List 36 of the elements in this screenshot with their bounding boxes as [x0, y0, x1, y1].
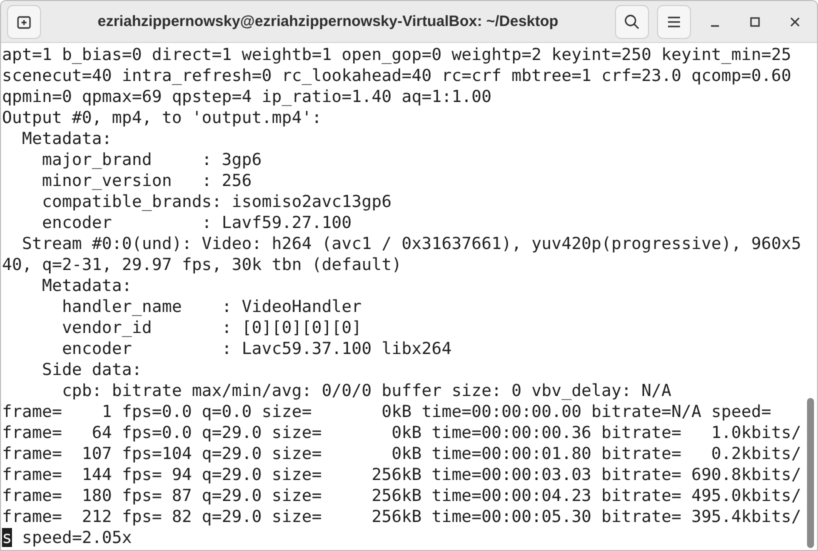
- terminal-line: Metadata:: [40, 275, 133, 296]
- search-button[interactable]: [615, 4, 649, 38]
- close-icon: [790, 16, 800, 26]
- cursor: s: [2, 528, 12, 547]
- terminal-line: frame= 212 fps= 82 q=29.0 size= 256kB time=00:00:05.30 bitrate= 395.4kbits/: [2, 506, 802, 527]
- terminal-line: frame= 180 fps= 87 q=29.0 size= 256kB time=00:00:04.23 bitrate= 495.0kbits/: [2, 485, 802, 506]
- terminal-line: compatible_brands: isomiso2avc13gp6: [40, 191, 393, 212]
- terminal-line: frame= 144 fps= 94 q=29.0 size= 256kB time=00:00:03.03 bitrate= 690.8kbits/: [2, 464, 802, 485]
- scrollbar-thumb[interactable]: [807, 398, 814, 548]
- terminal-line: cpb: bitrate max/min/avg: 0/0/0 buffer size: 0 vbv_delay: N/A: [60, 380, 672, 401]
- search-icon: [624, 14, 640, 30]
- minimize-icon: [710, 24, 720, 26]
- new-tab-button[interactable]: [7, 4, 41, 38]
- terminal-line: minor_version : 256: [40, 170, 253, 191]
- terminal-line: encoder : Lavc59.37.100 libx264: [60, 338, 453, 359]
- window-title: ezriahzippernowsky@ezriahzippernowsky-VirtualBox: ~/Desktop: [96, 13, 560, 30]
- terminal-line: 40, q=2-31, 29.97 fps, 30k tbn (default): [2, 254, 403, 275]
- terminal-line: Stream #0:0(und): Video: h264 (avc1 / 0x31637661), yuv420p(progressive), 960x5: [20, 233, 802, 254]
- terminal-line: scenecut=40 intra_refresh=0 rc_lookahead=40 rc=crf mbtree=1 crf=23.0 qcomp=0.60: [2, 65, 792, 86]
- terminal-line: handler_name : VideoHandler: [60, 296, 363, 317]
- terminal-line: vendor_id : [0][0][0][0]: [60, 317, 363, 338]
- terminal-line: frame= 64 fps=0.0 q=29.0 size= 0kB time=00:00:00.36 bitrate= 1.0kbits/: [2, 422, 802, 443]
- terminal-line: apt=1 b_bias=0 direct=1 weightb=1 open_gop=0 weightp=2 keyint=250 keyint_min=25: [2, 44, 792, 65]
- terminal-line: speed=2.05x: [20, 528, 132, 547]
- menu-button[interactable]: [657, 4, 691, 38]
- terminal-line: major_brand : 3gp6: [40, 149, 263, 170]
- menu-icon: [667, 16, 681, 28]
- terminal-line: Side data:: [40, 359, 143, 380]
- terminal-line: Metadata:: [20, 128, 113, 149]
- terminal-line: encoder : Lavf59.27.100: [40, 212, 353, 233]
- terminal-line: qpmin=0 qpmax=69 qpstep=4 ip_ratio=1.40 aq=1:1.00: [2, 86, 493, 107]
- terminal-line: frame= 1 fps=0.0 q=0.0 size= 0kB time=00:00:00.00 bitrate=N/A speed=: [2, 401, 772, 422]
- new-tab-icon: [17, 14, 31, 28]
- terminal-line: Output #0, mp4, to 'output.mp4':: [2, 107, 323, 128]
- terminal-line: frame= 107 fps=104 q=29.0 size= 0kB time=00:00:01.80 bitrate= 0.2kbits/: [2, 443, 802, 464]
- maximize-icon: [750, 16, 760, 26]
